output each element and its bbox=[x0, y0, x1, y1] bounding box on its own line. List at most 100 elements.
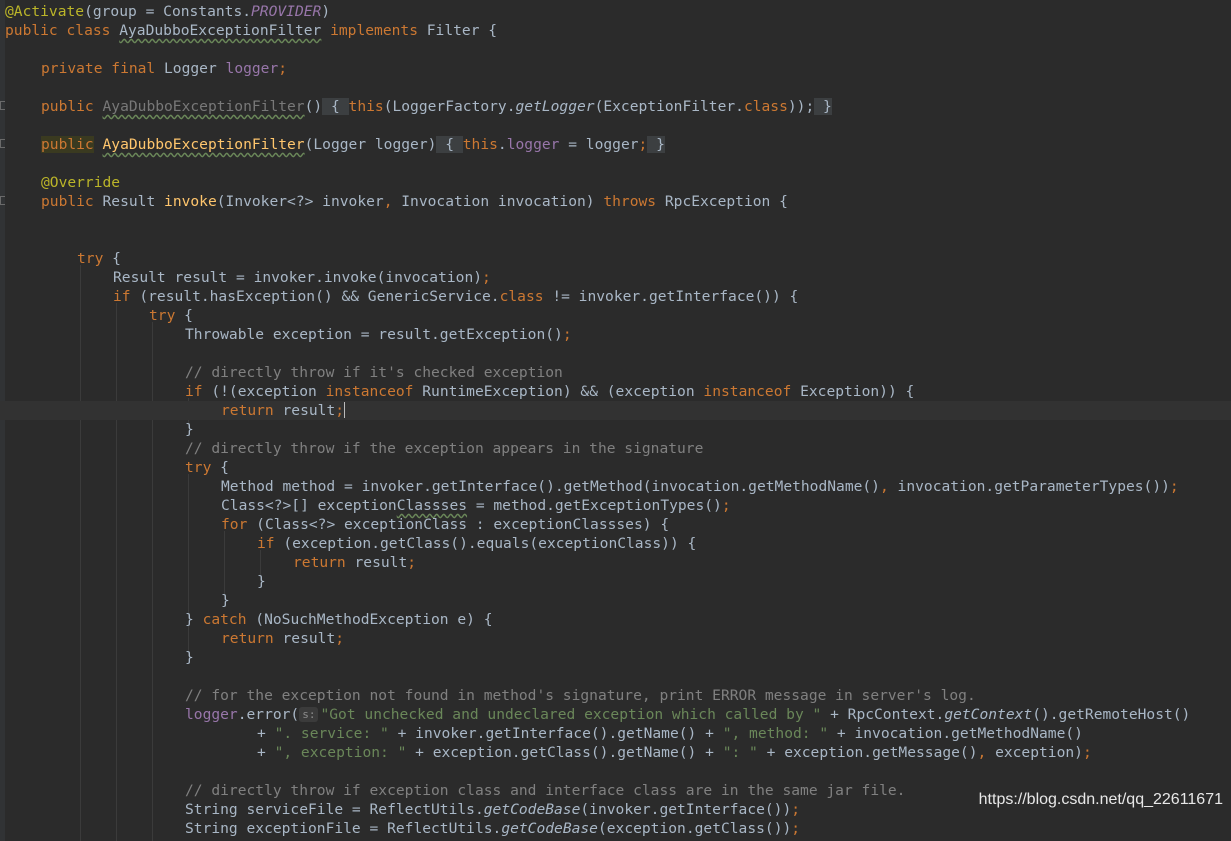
code-token: public bbox=[41, 136, 94, 153]
code-token: + RpcContext. bbox=[821, 706, 945, 723]
code-token: AyaDubboExceptionFilter bbox=[102, 98, 305, 115]
code-token: return bbox=[293, 554, 355, 571]
code-line: Throwable exception = result.getExceptio… bbox=[5, 325, 572, 344]
code-token: class bbox=[743, 98, 788, 115]
code-token: PROVIDER bbox=[251, 3, 322, 20]
code-token: return bbox=[221, 402, 283, 419]
code-line: logger.error(s: "Got unchecked and undecl… bbox=[5, 705, 1190, 724]
code-token: try bbox=[149, 307, 176, 324]
code-line: Class<?>[] exceptionClassses = method.ge… bbox=[5, 496, 731, 515]
code-line: } bbox=[5, 420, 194, 439]
code-token: exception) bbox=[995, 744, 1083, 761]
code-token: @Override bbox=[41, 174, 121, 191]
code-token: instanceof bbox=[325, 383, 414, 400]
code-string: ". service: " bbox=[274, 725, 389, 742]
code-line: // directly throw if the exception appea… bbox=[5, 439, 703, 458]
code-token: public bbox=[41, 98, 103, 115]
code-token: + bbox=[257, 744, 275, 761]
code-token: for bbox=[221, 516, 257, 533]
code-line: // for the exception not found in method… bbox=[5, 686, 976, 705]
code-token: (ExceptionFilter. bbox=[594, 98, 744, 115]
code-token: } bbox=[185, 611, 203, 628]
code-line: return result; bbox=[5, 553, 416, 572]
code-token: . bbox=[497, 136, 507, 153]
code-token: ) bbox=[321, 3, 331, 20]
code-line: if (result.hasException() && GenericServ… bbox=[5, 287, 798, 306]
code-token: RuntimeException) && (exception bbox=[413, 383, 704, 400]
code-token: + invocation.getMethodName() bbox=[828, 725, 1083, 742]
code-token: invocation.getParameterTypes()) bbox=[897, 478, 1170, 495]
code-token: Result bbox=[102, 193, 165, 210]
code-line: try { bbox=[5, 306, 193, 325]
code-comment: // directly throw if exception class and… bbox=[185, 782, 906, 799]
code-line: String serviceFile = ReflectUtils.getCod… bbox=[5, 800, 800, 819]
text-caret bbox=[344, 402, 346, 418]
code-line: Result result = invoker.invoke(invocatio… bbox=[5, 268, 491, 287]
code-token: { bbox=[436, 136, 463, 153]
code-token: catch bbox=[202, 611, 256, 628]
code-token: this bbox=[462, 136, 498, 153]
code-comment: // directly throw if the exception appea… bbox=[185, 440, 704, 457]
code-token: String serviceFile = ReflectUtils. bbox=[185, 801, 484, 818]
code-token: { bbox=[103, 250, 121, 267]
code-line: } bbox=[5, 591, 230, 610]
code-token: getCodeBase bbox=[483, 801, 581, 818]
code-token: , bbox=[977, 744, 996, 761]
code-token: Class<?>[] exception bbox=[221, 497, 397, 514]
code-token: { bbox=[322, 98, 349, 115]
code-token: try bbox=[77, 250, 104, 267]
code-token: throws bbox=[603, 193, 665, 210]
code-token: } bbox=[185, 649, 194, 666]
code-editor[interactable]: @Activate(group = Constants.PROVIDER) pu… bbox=[0, 0, 1231, 841]
code-token: )); bbox=[787, 98, 815, 115]
code-token: + bbox=[257, 725, 275, 742]
code-token: ; bbox=[278, 60, 288, 77]
code-line: try { bbox=[5, 458, 229, 477]
code-token: RpcException { bbox=[664, 193, 788, 210]
code-token: ; bbox=[482, 269, 491, 286]
code-line: String exceptionFile = ReflectUtils.getC… bbox=[5, 819, 800, 838]
code-token: .error( bbox=[237, 706, 300, 723]
code-token: getLogger bbox=[515, 98, 595, 115]
code-line: } bbox=[5, 572, 266, 591]
code-line: } catch (NoSuchMethodException e) { bbox=[5, 610, 493, 629]
code-token: getContext bbox=[944, 706, 1033, 723]
code-token: (group = Constants. bbox=[84, 3, 252, 20]
code-token: Method method = invoker.getInterface().g… bbox=[221, 478, 880, 495]
code-comment: // directly throw if it's checked except… bbox=[185, 364, 563, 381]
code-line: try { bbox=[5, 249, 121, 268]
code-token: Filter { bbox=[426, 22, 498, 39]
code-token: + exception.getClass().getName() + bbox=[406, 744, 723, 761]
code-token: this bbox=[348, 98, 384, 115]
code-token: Logger bbox=[164, 60, 226, 77]
code-token: + exception.getMessage() bbox=[757, 744, 978, 761]
code-token: ; bbox=[335, 630, 345, 647]
code-token: try bbox=[185, 459, 212, 476]
code-token: result bbox=[282, 630, 336, 647]
code-token: ; bbox=[1082, 744, 1092, 761]
code-token: + invoker.getInterface().getName() + bbox=[388, 725, 723, 742]
code-token: Throwable exception = result.getExceptio… bbox=[185, 326, 563, 343]
code-line: public AyaDubboExceptionFilter(Logger lo… bbox=[5, 135, 665, 154]
code-string: ", exception: " bbox=[274, 744, 407, 761]
code-token: class bbox=[499, 288, 544, 305]
code-token: = method.getExceptionTypes() bbox=[467, 497, 722, 514]
code-line: @Override bbox=[5, 173, 120, 192]
code-token: , bbox=[383, 193, 402, 210]
code-line: // directly throw if it's checked except… bbox=[5, 363, 563, 382]
current-code-line[interactable]: return result; bbox=[0, 401, 1231, 420]
code-line: if (exception.getClass().equals(exceptio… bbox=[5, 534, 696, 553]
parameter-hint: s: bbox=[299, 707, 319, 722]
code-token: Invocation invocation) bbox=[401, 193, 604, 210]
code-token: (!(exception bbox=[211, 383, 326, 400]
code-token: logger bbox=[185, 706, 238, 723]
code-line: public AyaDubboExceptionFilter() { this (… bbox=[5, 97, 832, 116]
code-line: @Activate(group = Constants.PROVIDER) bbox=[5, 2, 330, 21]
code-token: ; bbox=[1169, 478, 1179, 495]
code-token: ; bbox=[562, 326, 572, 343]
code-string: "Got unchecked and undeclared exception … bbox=[320, 706, 822, 723]
code-token: != invoker.getInterface()) { bbox=[543, 288, 799, 305]
code-token: () bbox=[304, 98, 323, 115]
code-line: + ", exception: " + exception.getClass()… bbox=[5, 743, 1092, 762]
code-token: Exception)) { bbox=[791, 383, 915, 400]
